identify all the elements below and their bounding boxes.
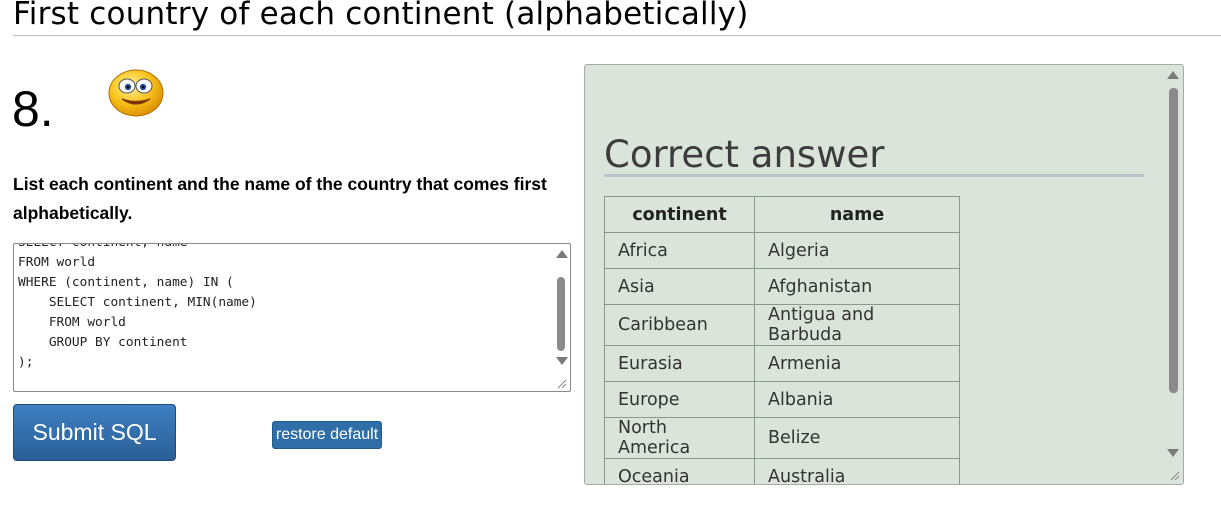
cell-continent: Oceania [604,458,755,484]
correct-answer-panel: Correct answer continent name Africa Alge… [584,64,1184,485]
cell-continent: Eurasia [604,345,755,382]
scroll-thumb[interactable] [557,277,565,351]
question-text: List each continent and the name of the … [13,174,547,223]
table-row: Caribbean Antigua and Barbuda [604,304,960,346]
scroll-down-arrow-icon[interactable] [1167,449,1179,457]
table-row: Oceania Australia [604,458,960,484]
column-header-name: name [754,196,960,233]
answer-scrollbar[interactable] [1165,67,1181,482]
cell-name: Belize [754,417,960,459]
answer-divider [604,174,1144,177]
table-row: Europe Albania [604,381,960,418]
cell-continent: Europe [604,381,755,418]
cell-name: Armenia [754,345,960,382]
cell-name: Australia [754,458,960,484]
cell-name: Albania [754,381,960,418]
cell-name: Afghanistan [754,268,960,305]
sql-editor[interactable]: SELECT continent, name FROM world WHERE … [13,243,571,392]
scroll-up-arrow-icon[interactable] [556,250,568,258]
question-number: 8. [12,81,54,137]
cell-name: Algeria [754,232,960,269]
submit-sql-button[interactable]: Submit SQL [13,404,176,461]
cell-continent: Africa [604,232,755,269]
table-row: Eurasia Armenia [604,345,960,382]
column-header-continent: continent [604,196,755,233]
cell-name: Antigua and Barbuda [754,304,960,346]
cell-continent: Caribbean [604,304,755,346]
resize-grip-icon[interactable] [1170,471,1180,481]
scroll-up-arrow-icon[interactable] [1167,71,1179,79]
resize-grip-icon[interactable] [557,379,567,389]
page-title: First country of each continent (alphabe… [13,0,749,32]
smiley-face-icon [108,69,164,117]
cell-continent: Asia [604,268,755,305]
title-divider [13,35,1221,36]
sql-code[interactable]: SELECT continent, name FROM world WHERE … [18,244,257,373]
results-table: continent name Africa Algeria Asia Afghani… [604,196,960,484]
table-row: North America Belize [604,417,960,459]
table-row: Africa Algeria [604,232,960,269]
restore-default-button[interactable]: restore default [272,421,382,449]
scroll-down-arrow-icon[interactable] [556,357,568,365]
cell-continent: North America [604,417,755,459]
scroll-thumb[interactable] [1169,88,1178,393]
table-header-row: continent name [604,196,960,233]
table-row: Asia Afghanistan [604,268,960,305]
editor-scrollbar[interactable] [554,246,568,390]
answer-heading: Correct answer [604,133,885,176]
